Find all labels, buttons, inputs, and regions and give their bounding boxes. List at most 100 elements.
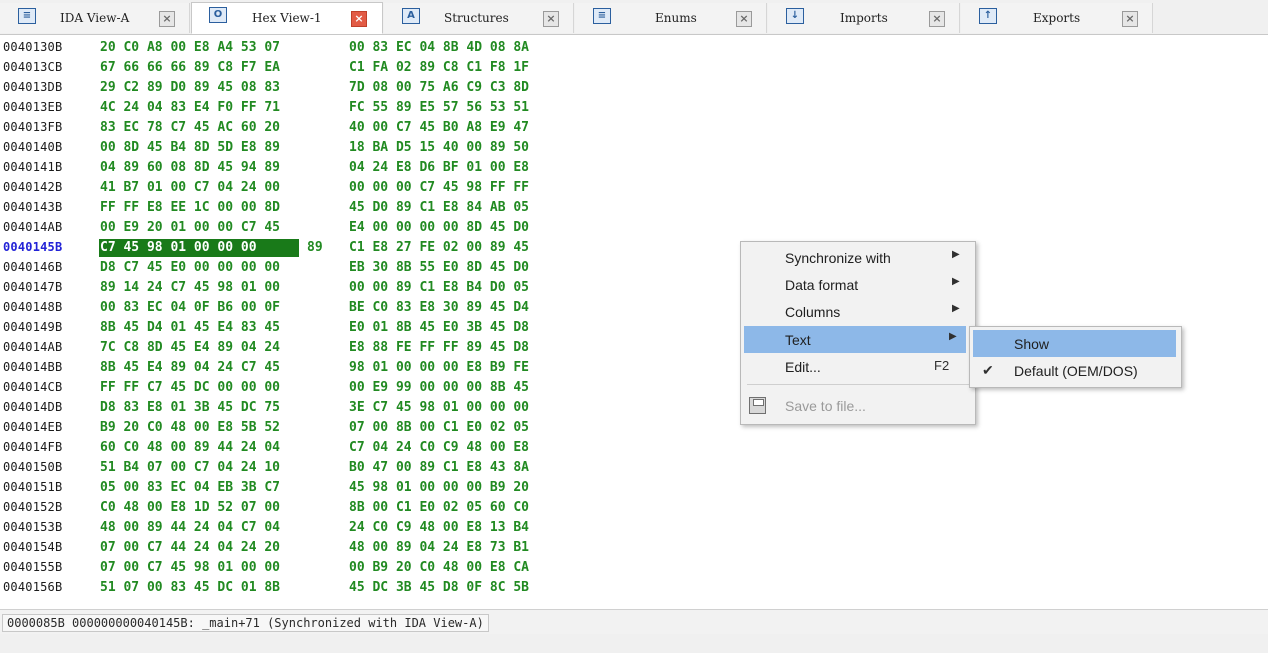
hex-bytes[interactable]: B0 47 00 89 C1 E8 43 8A — [349, 460, 529, 475]
hex-bytes[interactable]: 07 00 C7 44 24 04 24 20 — [100, 540, 280, 555]
hex-bytes[interactable]: 60 C0 48 00 89 44 24 04 — [100, 440, 280, 455]
hex-view[interactable]: 0040130B 20 C0 A8 00 E8 A4 53 07 00 83 EC … — [0, 35, 1268, 608]
hex-bytes[interactable]: 48 00 89 04 24 E8 73 B1 — [349, 540, 529, 555]
hex-bytes[interactable]: 48 00 89 44 24 04 C7 04 — [100, 520, 280, 535]
hex-bytes[interactable]: 67 66 66 66 89 C8 F7 EA — [100, 60, 280, 75]
hex-bytes[interactable]: D8 83 E8 01 3B 45 DC 75 — [100, 400, 280, 415]
close-icon[interactable]: × — [159, 11, 175, 27]
menu-item-synchronize-with[interactable]: Synchronize with ▶ — [744, 244, 972, 271]
hex-bytes[interactable]: C1 FA 02 89 C8 C1 F8 1F — [349, 60, 529, 75]
hex-address: 004013FB — [3, 120, 63, 134]
tab-imports[interactable]: ↓ Imports × — [768, 3, 960, 33]
menu-item-edit[interactable]: Edit... F2 — [744, 353, 972, 380]
hex-bytes[interactable]: 00 83 EC 04 0F B6 00 0F — [100, 300, 280, 315]
hex-bytes[interactable]: E8 88 FE FF FF 89 45 D8 — [349, 340, 529, 355]
bottom-strip — [0, 634, 1268, 653]
status-text: 0000085B 000000000040145B: _main+71 (Syn… — [2, 614, 489, 632]
hex-bytes[interactable]: 7C C8 8D 45 E4 89 04 24 — [100, 340, 280, 355]
hex-bytes[interactable]: 00 E9 20 01 00 00 C7 45 — [100, 220, 280, 235]
hex-address: 004014AB — [3, 220, 63, 234]
hex-address: 0040148B — [3, 300, 63, 314]
hex-bytes[interactable]: 98 01 00 00 00 E8 B9 FE — [349, 360, 529, 375]
hex-bytes[interactable]: 00 83 EC 04 8B 4D 08 8A — [349, 40, 529, 55]
hex-bytes[interactable]: 51 B4 07 00 C7 04 24 10 — [100, 460, 280, 475]
hex-bytes[interactable]: FF FF E8 EE 1C 00 00 8D — [100, 200, 280, 215]
hex-bytes[interactable]: 04 89 60 08 8D 45 94 89 — [100, 160, 280, 175]
menu-separator — [747, 384, 969, 385]
tab-ida-view-a[interactable]: ≡ IDA View-A × — [0, 3, 190, 33]
hex-bytes[interactable]: 8B 45 D4 01 45 E4 83 45 — [100, 320, 280, 335]
hex-bytes[interactable]: EB 30 8B 55 E0 8D 45 D0 — [349, 260, 529, 275]
close-icon[interactable]: × — [1122, 11, 1138, 27]
hex-bytes-selected[interactable]: C7 45 98 01 00 00 00 — [100, 240, 257, 255]
hex-bytes[interactable]: E4 00 00 00 00 8D 45 D0 — [349, 220, 529, 235]
hex-bytes[interactable]: 00 E9 99 00 00 00 8B 45 — [349, 380, 529, 395]
menu-item-text[interactable]: Text ▶ — [744, 326, 966, 353]
hex-bytes[interactable]: FC 55 89 E5 57 56 53 51 — [349, 100, 529, 115]
hex-bytes[interactable]: E0 01 8B 45 E0 3B 45 D8 — [349, 320, 529, 335]
hex-bytes[interactable]: 18 BA D5 15 40 00 89 50 — [349, 140, 529, 155]
tab-structures[interactable]: A Structures × — [384, 3, 574, 33]
hex-bytes[interactable]: 51 07 00 83 45 DC 01 8B — [100, 580, 280, 595]
hex-address: 0040152B — [3, 500, 63, 514]
hex-address: 0040140B — [3, 140, 63, 154]
close-icon[interactable]: × — [736, 11, 752, 27]
hex-bytes[interactable]: 4C 24 04 83 E4 F0 FF 71 — [100, 100, 280, 115]
hex-address: 004014BB — [3, 360, 63, 374]
hex-bytes[interactable]: 00 00 89 C1 E8 B4 D0 05 — [349, 280, 529, 295]
close-icon[interactable]: × — [351, 11, 367, 27]
hex-bytes[interactable]: C1 E8 27 FE 02 00 89 45 — [349, 240, 529, 255]
hex-address: 0040153B — [3, 520, 63, 534]
hex-bytes[interactable]: 07 00 8B 00 C1 E0 02 05 — [349, 420, 529, 435]
hex-bytes[interactable]: 45 DC 3B 45 D8 0F 8C 5B — [349, 580, 529, 595]
hex-bytes[interactable]: D8 C7 45 E0 00 00 00 00 — [100, 260, 280, 275]
hex-bytes[interactable]: 40 00 C7 45 B0 A8 E9 47 — [349, 120, 529, 135]
hex-address: 004013CB — [3, 60, 63, 74]
tab-label: IDA View-A — [60, 11, 130, 25]
hex-bytes[interactable]: 00 8D 45 B4 8D 5D E8 89 — [100, 140, 280, 155]
hex-bytes[interactable]: 04 24 E8 D6 BF 01 00 E8 — [349, 160, 529, 175]
hex-address: 0040156B — [3, 580, 63, 594]
menu-item-columns[interactable]: Columns ▶ — [744, 298, 972, 325]
submenu-item-show[interactable]: Show — [973, 330, 1176, 357]
hex-bytes[interactable]: 3E C7 45 98 01 00 00 00 — [349, 400, 529, 415]
hex-address: 004014DB — [3, 400, 63, 414]
hex-bytes[interactable]: 20 C0 A8 00 E8 A4 53 07 — [100, 40, 280, 55]
submenu-item-default-oem-dos[interactable]: ✔ Default (OEM/DOS) — [973, 357, 1176, 384]
hex-bytes[interactable]: 07 00 C7 45 98 01 00 00 — [100, 560, 280, 575]
hex-bytes[interactable]: 41 B7 01 00 C7 04 24 00 — [100, 180, 280, 195]
hex-bytes[interactable]: 7D 08 00 75 A6 C9 C3 8D — [349, 80, 529, 95]
context-menu: Synchronize with ▶ Data format ▶ Columns… — [740, 241, 976, 425]
hex-bytes[interactable]: 05 00 83 EC 04 EB 3B C7 — [100, 480, 280, 495]
hex-address: 004014EB — [3, 420, 63, 434]
tab-hex-view-1[interactable]: O Hex View-1 × — [191, 2, 383, 34]
hex-bytes[interactable]: 8B 00 C1 E0 02 05 60 C0 — [349, 500, 529, 515]
hex-bytes[interactable]: C7 04 24 C0 C9 48 00 E8 — [349, 440, 529, 455]
tab-enums[interactable]: ≡ Enums × — [575, 3, 767, 33]
hex-bytes[interactable]: B9 20 C0 48 00 E8 5B 52 — [100, 420, 280, 435]
hex-bytes[interactable]: 45 D0 89 C1 E8 84 AB 05 — [349, 200, 529, 215]
submenu-arrow-icon: ▶ — [949, 331, 957, 342]
hex-bytes[interactable]: 29 C2 89 D0 89 45 08 83 — [100, 80, 280, 95]
hex-address: 0040145B — [3, 240, 63, 254]
hex-bytes[interactable]: C0 48 00 E8 1D 52 07 00 — [100, 500, 280, 515]
hex-bytes[interactable]: 8B 45 E4 89 04 24 C7 45 — [100, 360, 280, 375]
hex-bytes[interactable]: 83 EC 78 C7 45 AC 60 20 — [100, 120, 280, 135]
shortcut-label: F2 — [934, 358, 950, 373]
hex-bytes[interactable]: 89 14 24 C7 45 98 01 00 — [100, 280, 280, 295]
menu-item-data-format[interactable]: Data format ▶ — [744, 271, 972, 298]
hex-bytes[interactable]: 00 B9 20 C0 48 00 E8 CA — [349, 560, 529, 575]
hex-bytes[interactable]: 00 00 00 C7 45 98 FF FF — [349, 180, 529, 195]
hex-address: 0040154B — [3, 540, 63, 554]
hex-bytes[interactable]: 24 C0 C9 48 00 E8 13 B4 — [349, 520, 529, 535]
hex-address: 0040150B — [3, 460, 63, 474]
hex-address: 004014CB — [3, 380, 63, 394]
close-icon[interactable]: × — [543, 11, 559, 27]
close-icon[interactable]: × — [929, 11, 945, 27]
hex-bytes[interactable]: 45 98 01 00 00 00 B9 20 — [349, 480, 529, 495]
hex-bytes[interactable]: FF FF C7 45 DC 00 00 00 — [100, 380, 280, 395]
hex-bytes[interactable]: 89 — [307, 240, 323, 255]
hex-bytes[interactable]: BE C0 83 E8 30 89 45 D4 — [349, 300, 529, 315]
tab-exports[interactable]: ↑ Exports × — [961, 3, 1153, 33]
ida-view-icon: ≡ — [18, 8, 36, 24]
